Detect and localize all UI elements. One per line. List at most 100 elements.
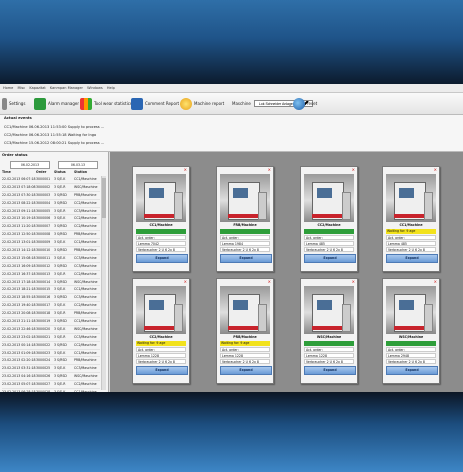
table-row[interactable]: 22.02.2013 08:22:18 3000004 3 S/RSD CC2/Mas… xyxy=(2,200,100,208)
cell-time: 22.02.2013 23:02:18 xyxy=(2,334,36,339)
table-row[interactable]: 22.02.2013 22:46:18 3000020 3 S/E-K WSC/Mas… xyxy=(2,326,100,334)
cell-order: 3000019 xyxy=(36,319,51,324)
cell-status: 3 S/RSD xyxy=(54,319,67,324)
table-row[interactable]: 23.02.2013 05:07:18 3000027 3 S/E-R CC2/Mas… xyxy=(2,381,100,390)
expand-button[interactable]: Expand xyxy=(386,366,438,375)
table-row[interactable]: 22.02.2013 12:50:18 3000008 3 S/RSD PRB/Mas… xyxy=(2,231,100,240)
table-row[interactable]: 23.02.2013 03:31:18 3000025 3 S/E-K CC3/Mas… xyxy=(2,365,100,374)
menu-kanban-manager[interactable]: Kanmpan Manager xyxy=(50,86,83,90)
cell-order: 3000016 xyxy=(36,295,51,300)
cell-order: 3000027 xyxy=(36,382,51,387)
table-row[interactable]: 22.02.2013 17:18:18 3000014 3 S/RSD WSC/Mas… xyxy=(2,279,100,287)
close-icon[interactable]: × xyxy=(434,167,437,172)
expand-button[interactable]: Expand xyxy=(136,254,188,263)
col-time[interactable]: Time xyxy=(2,170,11,174)
table-row[interactable]: 22.02.2013 20:08:18 3000018 3 S/E-R PRB/Mas… xyxy=(2,310,100,319)
close-icon[interactable]: × xyxy=(352,279,355,284)
table-row[interactable]: 22.02.2013 14:12:18 3000010 3 S/RSD PRB/Mas… xyxy=(2,247,100,255)
close-icon[interactable]: × xyxy=(352,167,355,172)
table-row[interactable]: 22.02.2013 10:19:18 3000006 3 S/E-K CC2/Mas… xyxy=(2,215,100,224)
cell-status: 3 S/RSD xyxy=(54,279,67,284)
table-row[interactable]: 22.02.2013 07:30:18 3000003 3 S/RSD PRB/Mas… xyxy=(2,192,100,200)
col-station[interactable]: Station xyxy=(74,170,87,174)
table-row[interactable]: 22.02.2013 18:55:18 3000016 3 S/RSD CC3/Mas… xyxy=(2,294,100,303)
close-icon[interactable]: × xyxy=(268,279,271,284)
table-row[interactable]: 22.02.2013 21:11:18 3000019 3 S/RSD CC1/Mas… xyxy=(2,318,100,326)
alarm-manager-button[interactable]: Alarm manager xyxy=(34,96,79,111)
table-row[interactable]: 23.02.2013 00:14:18 3000022 3 S/RSD CC2/Mas… xyxy=(2,342,100,350)
machine-card[interactable]: × CC1/Machine Act. order: Lemma 7042 Verbrau… xyxy=(132,166,190,272)
expand-button[interactable]: Expand xyxy=(136,366,188,375)
table-row[interactable]: 22.02.2013 16:37:18 3000013 3 S/E-R CC2/Mas… xyxy=(2,271,100,279)
table-row[interactable]: 22.02.2013 18:21:18 3000015 3 S/E-K CC1/Mas… xyxy=(2,286,100,295)
act-order-label: Act. order: xyxy=(386,235,436,240)
menu-misc[interactable]: Misc xyxy=(17,86,25,90)
cell-status: 3 S/RSD xyxy=(54,358,67,363)
machine-card[interactable]: × CC2/Machine Waiting for: 9 age Act. order… xyxy=(132,278,190,384)
table-row[interactable]: 22.02.2013 23:02:18 3000021 3 S/E-R CC3/Mas… xyxy=(2,334,100,342)
menu-windows[interactable]: Windows xyxy=(87,86,103,90)
menu-kapazitat[interactable]: Kapazitat xyxy=(29,86,45,90)
cell-station: CC2/Maschine xyxy=(74,382,97,387)
event-row[interactable]: CC3/Machine 15.06.2012 08:00:21 Supply t… xyxy=(4,141,104,145)
date-to-field[interactable]: 06.03.13 xyxy=(58,161,98,169)
table-row[interactable]: 22.02.2013 15:08:18 3000011 3 S/E-K CC3/Mas… xyxy=(2,255,100,263)
event-row[interactable]: CC2/Machine 06.06.2013 11:55:18 Waiting … xyxy=(4,133,96,137)
table-row[interactable]: 22.02.2013 07:18:08 3000002 3 S/E-R WSC/Mas… xyxy=(2,184,100,192)
expand-button[interactable]: Expand xyxy=(304,366,356,375)
machine-status-bar xyxy=(386,341,436,346)
cell-station: PRB/Maschine xyxy=(74,311,97,316)
menu-help[interactable]: Help xyxy=(107,86,115,90)
cell-time: 22.02.2013 13:01:18 xyxy=(2,240,36,245)
expand-button[interactable]: Expand xyxy=(220,254,272,263)
cell-order: 3000021 xyxy=(36,334,51,339)
col-order[interactable]: Order xyxy=(36,170,46,174)
machine-report-button[interactable]: Machine report xyxy=(180,96,224,111)
table-row[interactable]: 22.02.2013 19:40:18 3000017 3 S/E-K CC2/Mas… xyxy=(2,302,100,311)
reset-button[interactable]: reset xyxy=(293,96,317,111)
machine-name: FRB/Machine xyxy=(233,223,257,227)
cell-order: 3000014 xyxy=(36,279,51,284)
cell-time: 22.02.2013 10:19:18 xyxy=(2,216,36,221)
cell-time: 22.02.2013 22:46:18 xyxy=(2,326,36,331)
table-row[interactable]: 22.02.2013 11:20:18 3000007 3 S/RSD CC2/Mas… xyxy=(2,223,100,232)
table-row[interactable]: 23.02.2013 04:16:18 3000026 3 S/RSD WSC/Mas… xyxy=(2,373,100,382)
table-row[interactable]: 23.02.2013 02:20:18 3000024 3 S/RSD PRB/Mas… xyxy=(2,357,100,366)
table-row[interactable]: 22.02.2013 16:09:18 3000012 3 S/RSD CC3/Mas… xyxy=(2,263,100,271)
order-table-scrollbar[interactable] xyxy=(101,176,106,390)
actual-events-panel: Actual events CC1/Machine 06.06.2013 11:… xyxy=(0,115,463,152)
table-row[interactable]: 23.02.2013 06:28:183000028 3 S/E-K CC1/Mas… xyxy=(2,389,100,392)
cell-order: 3000002 xyxy=(36,184,51,189)
close-icon[interactable]: × xyxy=(184,167,187,172)
table-row[interactable]: 22.02.2013 06:07:18 3000001 3 S/E-K CC1/Mas… xyxy=(2,176,100,184)
scrollbar-thumb[interactable] xyxy=(102,178,106,218)
machine-card[interactable]: × CC1/Machine Waiting for: 9 age Act. order… xyxy=(382,166,440,272)
settings-button[interactable]: Settings xyxy=(2,96,25,111)
cell-station: PRB/Maschine xyxy=(74,248,97,253)
machine-card[interactable]: × PRB/Machine Waiting for: 9 age Act. order… xyxy=(216,278,274,384)
cell-status: 3 S/E-R xyxy=(54,382,66,387)
event-row[interactable]: CC1/Machine 06.06.2013 11:53:00 Supply t… xyxy=(4,125,104,129)
expand-button[interactable]: Expand xyxy=(304,254,356,263)
machine-card[interactable]: × WSC/Machine Act. order: Lemma 2948 Verbrau… xyxy=(382,278,440,384)
date-from-field[interactable]: 06.02.2013 xyxy=(10,161,50,169)
cell-order: 3000028 xyxy=(36,389,50,392)
machine-card[interactable]: × FRB/Machine Act. order: Lemma 1984 Verbrau… xyxy=(216,166,274,272)
table-row[interactable]: 23.02.2013 01:09:18 3000023 3 S/E-K CC1/Mas… xyxy=(2,350,100,358)
table-row[interactable]: 22.02.2013 09:11:18 3000005 3 S/E-R CC3/Mas… xyxy=(2,208,100,216)
expand-button[interactable]: Expand xyxy=(386,254,438,263)
col-status[interactable]: Status xyxy=(54,170,66,174)
cell-time: 23.02.2013 00:14:18 xyxy=(2,342,36,347)
menu-home[interactable]: Home xyxy=(3,86,13,90)
cell-order: 3000015 xyxy=(36,287,51,292)
close-icon[interactable]: × xyxy=(184,279,187,284)
app-window: Home Misc Kapazitat Kanmpan Manager Wind… xyxy=(0,84,463,392)
expand-button[interactable]: Expand xyxy=(220,366,272,375)
comment-report-button[interactable]: Comment Report xyxy=(131,96,179,111)
machine-card[interactable]: × CC2/Machine Act. order: Lemma 485 Verbrauc… xyxy=(300,166,358,272)
close-icon[interactable]: × xyxy=(268,167,271,172)
machine-card[interactable]: × WSC/Machine Act. order: Lemma 1228 Verbrau… xyxy=(300,278,358,384)
tool-statistics-button[interactable]: Tool wear statistics xyxy=(80,96,132,111)
table-row[interactable]: 22.02.2013 13:01:18 3000009 3 S/E-K CC1/Mas… xyxy=(2,239,100,248)
close-icon[interactable]: × xyxy=(434,279,437,284)
